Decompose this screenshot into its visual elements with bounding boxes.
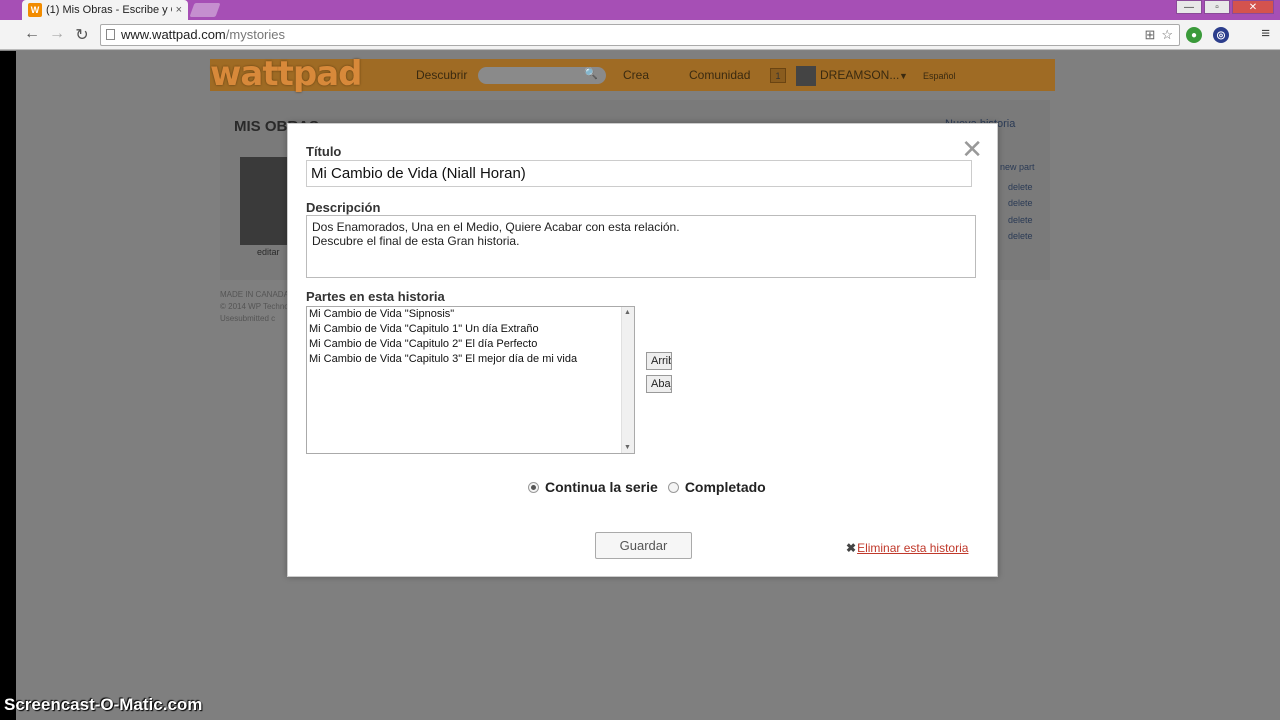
radio-continue[interactable] — [528, 481, 539, 493]
language-selector[interactable]: Español — [923, 71, 956, 81]
list-item[interactable]: Mi Cambio de Vida "Sipnosis" — [307, 307, 634, 322]
delete-link[interactable]: delete — [1008, 215, 1033, 225]
forward-icon[interactable]: → — [47, 25, 67, 43]
edit-story-dialog: ✕ Título Descripción Dos Enamorados, Una… — [287, 123, 998, 577]
new-tab-button[interactable] — [189, 3, 221, 17]
description-field[interactable]: Dos Enamorados, Una en el Medio, Quiere … — [306, 215, 976, 278]
radio-completed-label[interactable]: Completado — [685, 479, 766, 495]
status-radio-group: Continua la serie Completado — [528, 479, 766, 495]
scroll-up-icon[interactable]: ▲ — [624, 309, 631, 316]
close-icon[interactable]: ✕ — [961, 136, 983, 162]
wattpad-logo[interactable]: wattpad — [210, 54, 378, 96]
story-cover[interactable] — [240, 157, 292, 245]
save-button[interactable]: Guardar — [595, 532, 692, 559]
window-close-button[interactable]: ✕ — [1232, 0, 1274, 14]
back-icon[interactable]: ← — [22, 25, 42, 43]
delete-story-link[interactable]: ✖Eliminar esta historia — [846, 541, 968, 555]
delete-link[interactable]: delete — [1008, 182, 1033, 192]
title-field[interactable] — [306, 160, 972, 187]
radio-completed[interactable] — [667, 481, 679, 493]
url-path: /mystories — [225, 27, 285, 42]
page-icon — [106, 29, 115, 40]
translate-icon[interactable]: ⊞ — [1144, 27, 1155, 43]
search-input[interactable]: 🔍 — [478, 67, 606, 84]
list-item[interactable]: Mi Cambio de Vida "Capitulo 1" Un día Ex… — [307, 322, 634, 337]
extension-blue-icon[interactable]: ◎ — [1213, 27, 1229, 43]
footer-line: Usesubmitted c — [220, 314, 276, 323]
edit-link[interactable]: editar — [257, 247, 280, 257]
screen-edge — [0, 51, 16, 720]
minimize-button[interactable]: — — [1176, 0, 1202, 14]
scroll-down-icon[interactable]: ▼ — [624, 444, 631, 451]
wattpad-favicon-icon: W — [28, 3, 42, 17]
delete-story-label[interactable]: Eliminar esta historia — [857, 541, 968, 555]
footer-line: MADE IN CANADA — [220, 290, 289, 299]
search-icon[interactable]: 🔍 — [584, 67, 598, 80]
url-domain: www.wattpad.com — [121, 27, 226, 42]
extension-green-icon[interactable]: ● — [1186, 27, 1202, 43]
parts-label: Partes en esta historia — [306, 289, 445, 304]
chevron-down-icon[interactable]: ▼ — [899, 71, 908, 81]
chrome-menu-icon[interactable]: ≡ — [1261, 25, 1270, 42]
notification-badge[interactable]: 1 — [770, 68, 786, 83]
radio-continue-label[interactable]: Continua la serie — [545, 479, 658, 495]
delete-x-icon: ✖ — [846, 541, 857, 555]
user-menu[interactable]: DREAMSON... — [820, 68, 899, 82]
list-scrollbar[interactable]: ▲ ▼ — [621, 307, 634, 453]
delete-link[interactable]: delete — [1008, 231, 1033, 241]
address-bar[interactable]: www.wattpad.com/mystories ⊞ ☆ — [100, 24, 1180, 46]
maximize-button[interactable]: ▫ — [1204, 0, 1230, 14]
delete-link[interactable]: delete — [1008, 198, 1033, 208]
tab-title: (1) Mis Obras - Escribe y G — [46, 4, 172, 16]
title-label: Título — [306, 144, 342, 159]
screencast-watermark: Screencast-O-Matic.com — [4, 695, 203, 714]
parts-listbox[interactable]: Mi Cambio de Vida "Sipnosis" Mi Cambio d… — [306, 306, 635, 454]
reload-icon[interactable]: ↻ — [72, 25, 92, 45]
user-avatar[interactable] — [796, 66, 816, 86]
tab-close-icon[interactable]: × — [176, 4, 182, 16]
list-item[interactable]: Mi Cambio de Vida "Capitulo 3" El mejor … — [307, 352, 634, 367]
list-item[interactable]: Mi Cambio de Vida "Capitulo 2" El día Pe… — [307, 337, 634, 352]
move-down-button[interactable]: Abajo — [646, 375, 672, 393]
nav-discover[interactable]: Descubrir — [416, 68, 467, 82]
browser-toolbar: ← → ↻ www.wattpad.com/mystories ⊞ ☆ ● ◎ … — [0, 20, 1280, 50]
bookmark-star-icon[interactable]: ☆ — [1161, 27, 1173, 43]
nav-create[interactable]: Crea — [623, 68, 649, 82]
omnibox-actions: ⊞ ☆ — [1144, 27, 1173, 43]
new-part-link[interactable]: new part — [1000, 162, 1035, 172]
move-up-button[interactable]: Arriba — [646, 352, 672, 370]
nav-community[interactable]: Comunidad — [689, 68, 750, 82]
browser-tab[interactable]: W (1) Mis Obras - Escribe y G × — [22, 0, 188, 20]
description-label: Descripción — [306, 200, 381, 215]
window-controls: — ▫ ✕ — [1176, 0, 1274, 14]
